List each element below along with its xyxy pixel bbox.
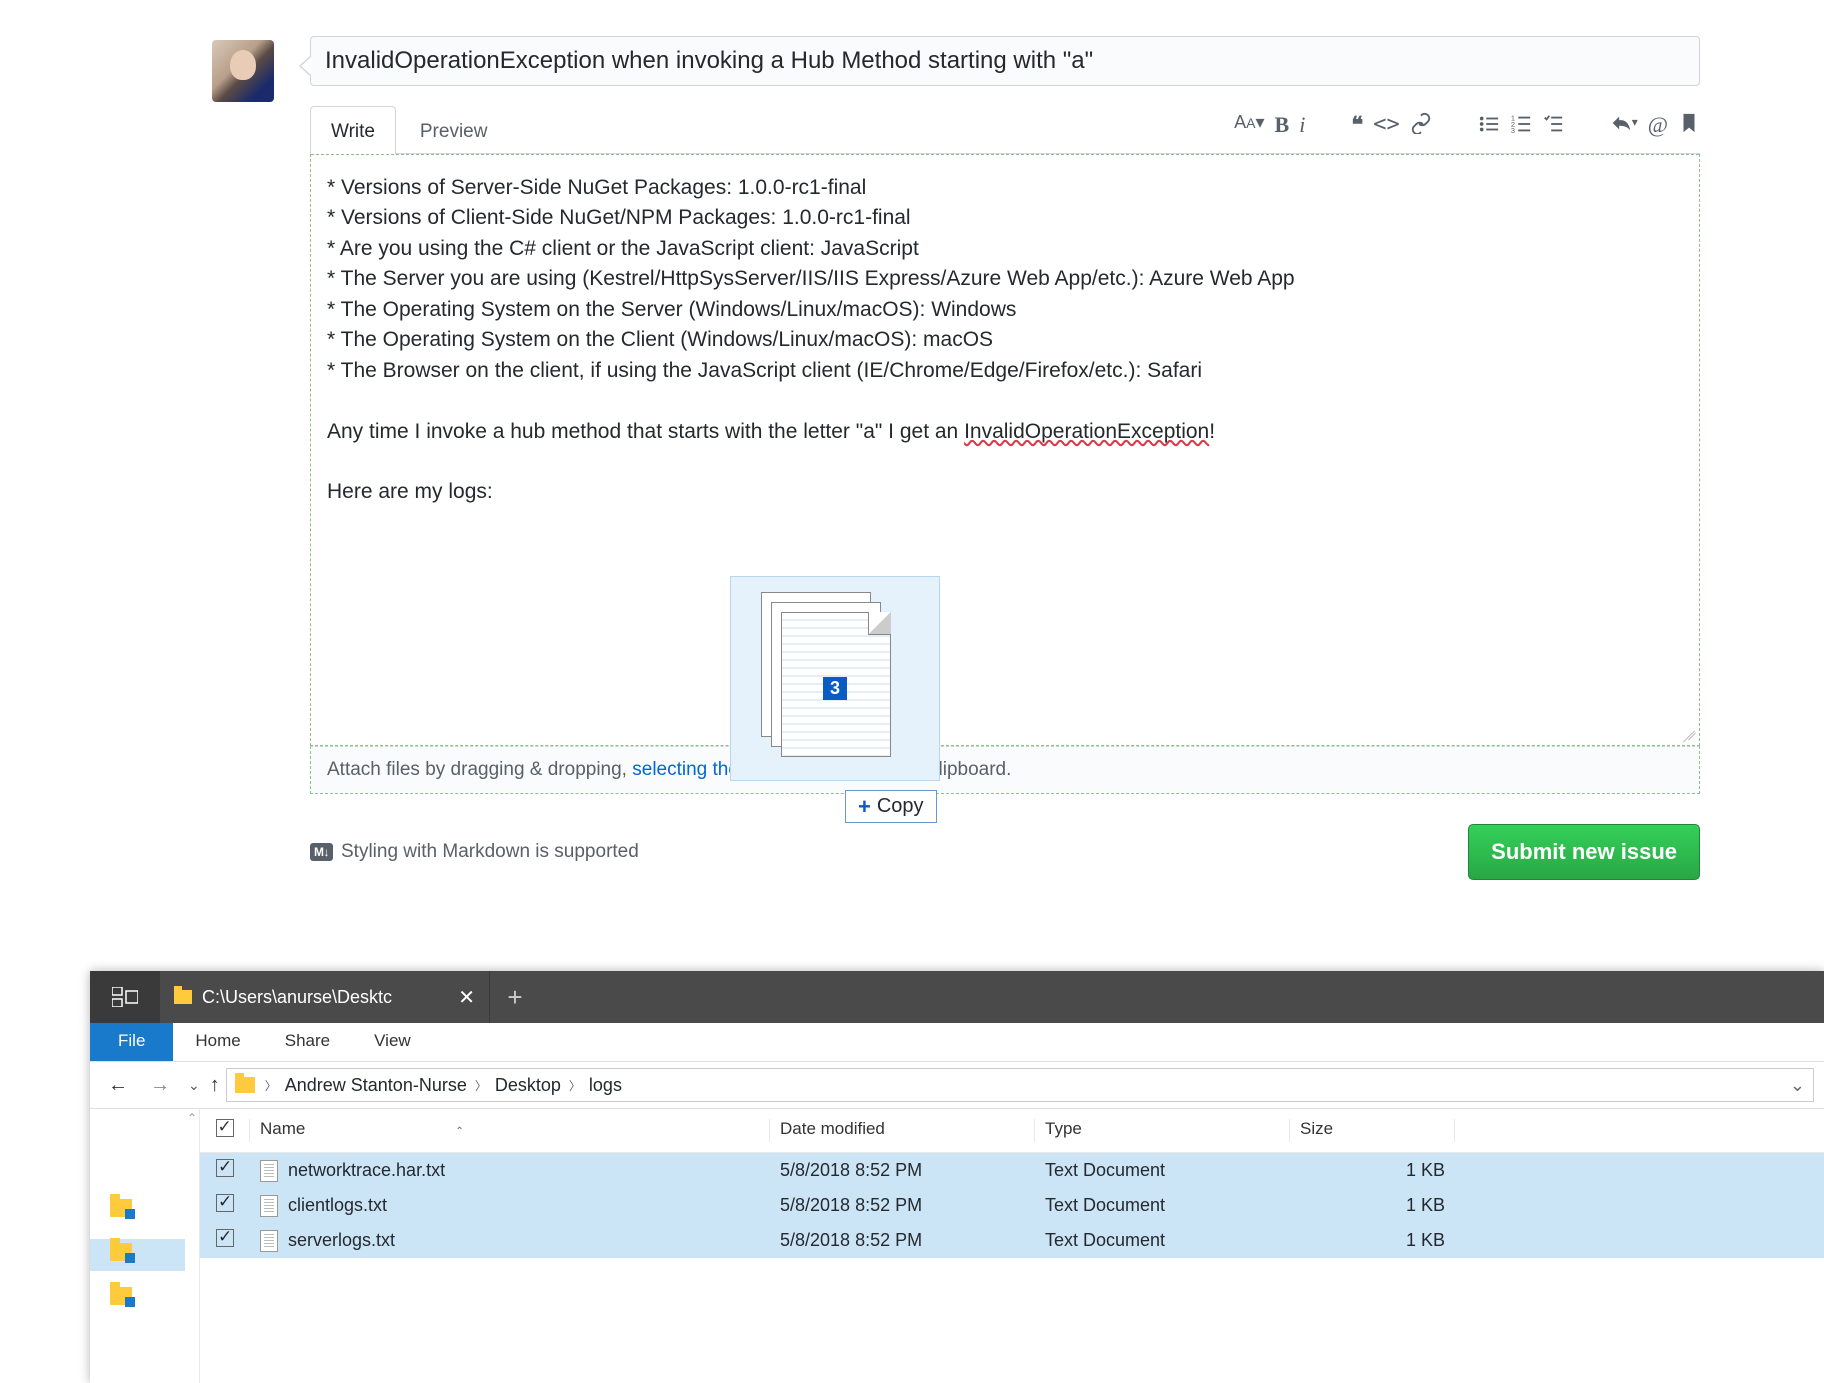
nav-back-icon[interactable]: ← — [100, 1074, 136, 1097]
svg-text:3: 3 — [1511, 126, 1515, 135]
ol-icon[interactable]: 123 — [1510, 113, 1532, 138]
file-row[interactable]: networktrace.har.txt 5/8/2018 8:52 PM Te… — [200, 1153, 1824, 1188]
ribbon-file[interactable]: File — [90, 1023, 173, 1061]
nav-pane[interactable]: ⌃ — [90, 1109, 200, 1383]
markdown-hint[interactable]: M↓ Styling with Markdown is supported — [310, 841, 639, 863]
new-tab-button[interactable]: + — [490, 971, 540, 1023]
drag-copy-badge: + Copy — [845, 790, 937, 823]
file-explorer-window: C:\Users\anurse\Desktc ✕ + File Home Sha… — [90, 971, 1824, 1383]
file-size: 1 KB — [1290, 1195, 1455, 1216]
file-icon — [260, 1160, 278, 1182]
file-size: 1 KB — [1290, 1230, 1455, 1251]
breadcrumb-seg[interactable]: Desktop — [491, 1075, 565, 1096]
spellcheck-underline: InvalidOperationException — [964, 420, 1209, 443]
italic-icon[interactable]: i — [1299, 112, 1305, 138]
nav-up-icon[interactable]: ↑ — [210, 1074, 220, 1097]
plus-icon: + — [858, 799, 871, 815]
issue-form: Write Preview AA▾ B i ❝ <> 123 ▾ @ — [310, 36, 1810, 880]
chevron-down-icon[interactable]: ⌄ — [1790, 1075, 1805, 1096]
task-view-icon[interactable] — [90, 971, 160, 1023]
row-checkbox[interactable] — [216, 1229, 234, 1247]
sort-caret-icon: ⌃ — [455, 1126, 463, 1137]
reply-icon[interactable]: ▾ — [1610, 112, 1638, 138]
attach-hint-text: Attach files by dragging & dropping, — [327, 759, 632, 780]
file-name: clientlogs.txt — [288, 1195, 387, 1216]
tab-preview[interactable]: Preview — [400, 107, 508, 155]
submit-issue-button[interactable]: Submit new issue — [1468, 824, 1700, 880]
file-type: Text Document — [1035, 1230, 1290, 1251]
nav-folder-icon[interactable] — [110, 1243, 132, 1261]
link-icon[interactable] — [1410, 112, 1432, 138]
col-name[interactable]: Name⌃ — [250, 1119, 770, 1142]
file-row[interactable]: clientlogs.txt 5/8/2018 8:52 PM Text Doc… — [200, 1188, 1824, 1223]
editor-container: * Versions of Server-Side NuGet Packages… — [310, 154, 1700, 746]
ribbon-tabs: File Home Share View — [90, 1023, 1824, 1061]
drag-count-badge: 3 — [823, 677, 847, 700]
col-date[interactable]: Date modified — [770, 1119, 1035, 1142]
breadcrumb-seg[interactable]: logs — [585, 1075, 626, 1096]
tab-write[interactable]: Write — [310, 106, 396, 156]
breadcrumb[interactable]: 〉 Andrew Stanton-Nurse 〉 Desktop 〉 logs … — [226, 1068, 1814, 1102]
quote-icon[interactable]: ❝ — [1351, 112, 1363, 138]
avatar — [212, 40, 274, 102]
resize-handle-icon[interactable] — [1679, 725, 1695, 741]
chevron-right-icon[interactable]: 〉 — [569, 1077, 581, 1094]
file-date: 5/8/2018 8:52 PM — [770, 1230, 1035, 1251]
select-all-checkbox[interactable] — [216, 1119, 234, 1137]
bold-icon[interactable]: B — [1275, 112, 1290, 138]
ribbon-share[interactable]: Share — [263, 1023, 352, 1061]
close-tab-icon[interactable]: ✕ — [458, 985, 475, 1010]
file-size: 1 KB — [1290, 1160, 1455, 1181]
file-date: 5/8/2018 8:52 PM — [770, 1160, 1035, 1181]
markdown-hint-label: Styling with Markdown is supported — [341, 841, 639, 863]
file-list: Name⌃ Date modified Type Size networktra… — [200, 1109, 1824, 1383]
markdown-toolbar: AA▾ B i ❝ <> 123 ▾ @ — [1194, 112, 1700, 138]
ul-icon[interactable] — [1478, 113, 1500, 138]
nav-folder-icon[interactable] — [110, 1199, 132, 1217]
file-type: Text Document — [1035, 1160, 1290, 1181]
column-headers[interactable]: Name⌃ Date modified Type Size — [200, 1109, 1824, 1153]
ribbon-home[interactable]: Home — [173, 1023, 262, 1061]
explorer-tab[interactable]: C:\Users\anurse\Desktc ✕ — [160, 971, 490, 1023]
row-checkbox[interactable] — [216, 1194, 234, 1212]
col-type[interactable]: Type — [1035, 1119, 1290, 1142]
issue-body-textarea[interactable]: * Versions of Server-Side NuGet Packages… — [311, 155, 1699, 745]
folder-icon — [235, 1077, 255, 1093]
ribbon-view[interactable]: View — [352, 1023, 433, 1061]
file-type: Text Document — [1035, 1195, 1290, 1216]
tasklist-icon[interactable] — [1542, 113, 1564, 138]
scroll-up-icon[interactable]: ⌃ — [187, 1111, 197, 1125]
mention-icon[interactable]: @ — [1648, 112, 1668, 138]
address-bar: ← → ⌄ ↑ 〉 Andrew Stanton-Nurse 〉 Desktop… — [90, 1061, 1824, 1109]
explorer-tab-title: C:\Users\anurse\Desktc — [202, 987, 392, 1008]
file-icon — [260, 1195, 278, 1217]
issue-title-input[interactable] — [310, 36, 1700, 86]
col-size[interactable]: Size — [1290, 1119, 1455, 1142]
row-checkbox[interactable] — [216, 1159, 234, 1177]
folder-icon — [174, 990, 192, 1004]
nav-history-icon[interactable]: ⌄ — [184, 1077, 204, 1094]
speech-bubble-arrow — [299, 56, 310, 76]
markdown-badge-icon: M↓ — [310, 843, 333, 861]
file-name: serverlogs.txt — [288, 1230, 395, 1251]
nav-forward-icon[interactable]: → — [142, 1074, 178, 1097]
file-name: networktrace.har.txt — [288, 1160, 445, 1181]
file-date: 5/8/2018 8:52 PM — [770, 1195, 1035, 1216]
breadcrumb-seg[interactable]: Andrew Stanton-Nurse — [281, 1075, 471, 1096]
attach-hint[interactable]: Attach files by dragging & dropping, sel… — [310, 746, 1700, 794]
nav-folder-icon[interactable] — [110, 1287, 132, 1305]
drag-ghost: 3 — [730, 576, 940, 781]
drag-copy-label: Copy — [877, 795, 924, 818]
code-icon[interactable]: <> — [1373, 112, 1400, 138]
chevron-right-icon[interactable]: 〉 — [265, 1077, 277, 1094]
chevron-right-icon[interactable]: 〉 — [475, 1077, 487, 1094]
heading-icon[interactable]: AA▾ — [1234, 112, 1264, 138]
bookmark-icon[interactable] — [1678, 112, 1700, 138]
editor-tabs: Write Preview AA▾ B i ❝ <> 123 ▾ @ — [310, 106, 1700, 154]
file-icon — [260, 1230, 278, 1252]
file-row[interactable]: serverlogs.txt 5/8/2018 8:52 PM Text Doc… — [200, 1223, 1824, 1258]
explorer-titlebar: C:\Users\anurse\Desktc ✕ + — [90, 971, 1824, 1023]
